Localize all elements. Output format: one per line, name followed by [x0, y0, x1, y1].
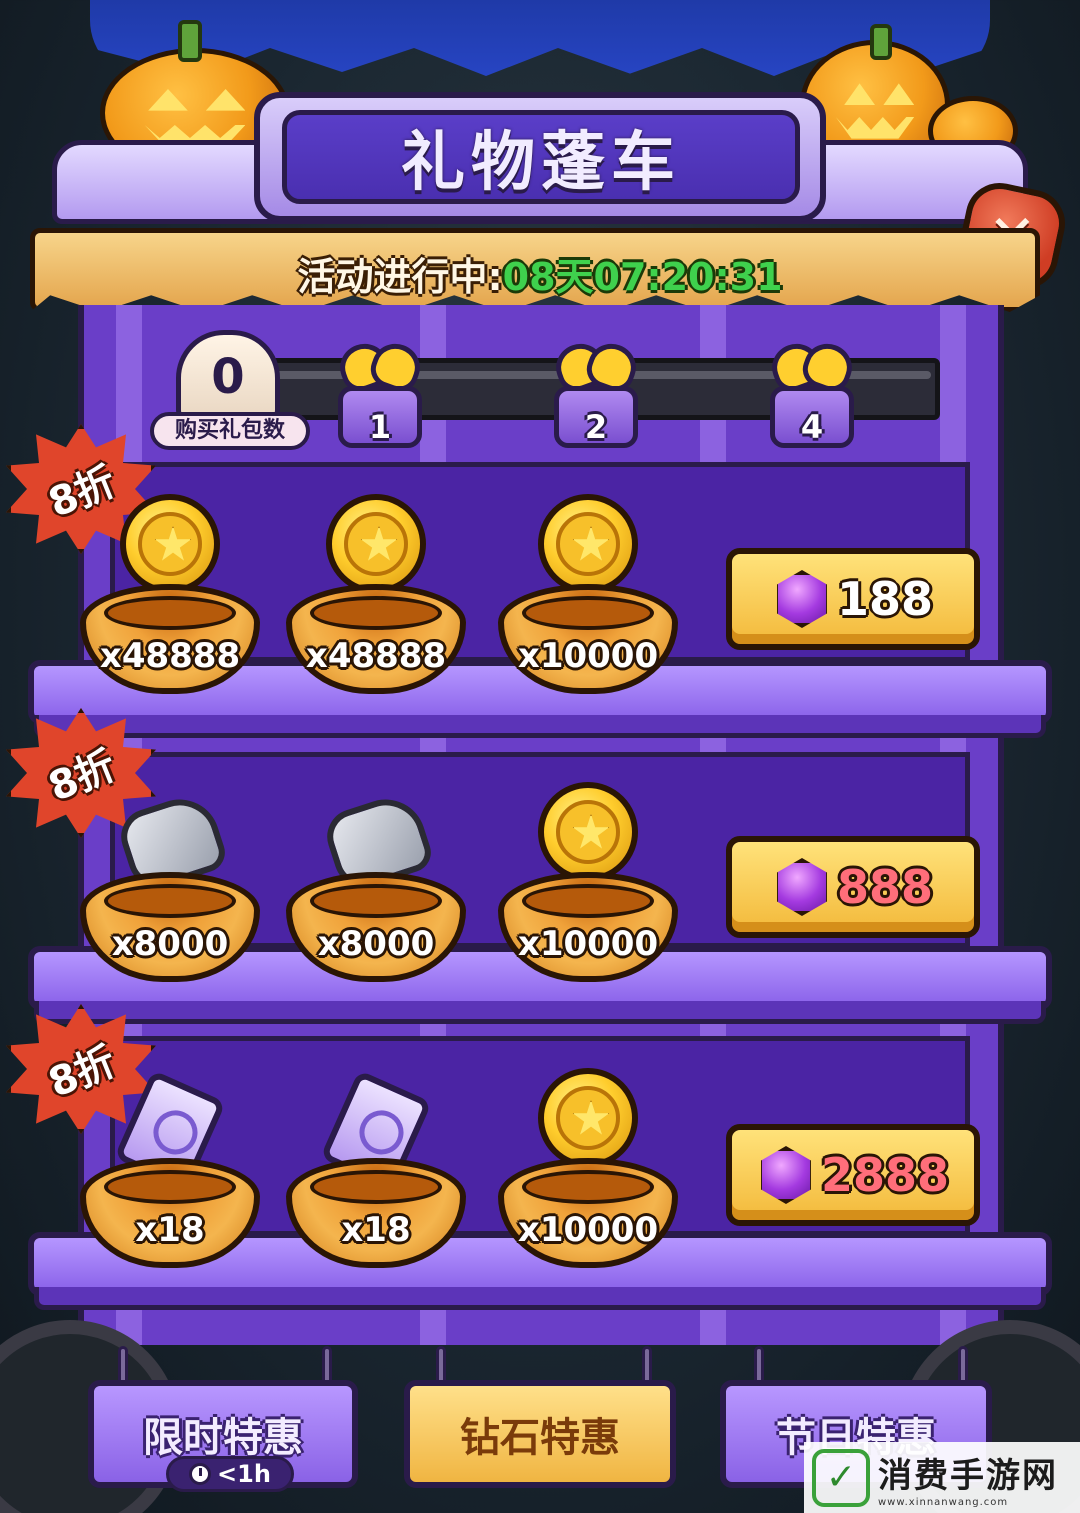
item-quantity: x10000 [517, 924, 659, 964]
reward-item: x48888 [286, 494, 466, 694]
reward-item: x18 [80, 1068, 260, 1268]
milestone-number: 4 [800, 408, 824, 446]
pumpkin-left-stem [178, 20, 202, 62]
watermark-logo-icon: ✓ [812, 1448, 870, 1507]
diamond-icon [761, 1146, 811, 1204]
reward-item: x48888 [80, 494, 260, 694]
coin-icon [326, 494, 426, 594]
item-quantity: x10000 [517, 1210, 659, 1250]
buy-button[interactable]: 888 [726, 836, 980, 938]
milestone-gift-2[interactable]: 2 [548, 338, 644, 448]
tab-diamond-offer[interactable]: 钻石特惠 [404, 1380, 676, 1488]
title-plate: 礼物蓬车 [282, 110, 800, 204]
milestone-gift-1[interactable]: 1 [332, 338, 428, 448]
gift-bow-icon [340, 338, 420, 388]
reward-item: x10000 [498, 494, 678, 694]
reward-item: x8000 [80, 782, 260, 982]
item-quantity: x18 [341, 1210, 411, 1250]
milestone-gift-3[interactable]: 4 [764, 338, 860, 448]
limited-offer-timer-text: <1h [217, 1460, 271, 1488]
milestone-number: 2 [584, 408, 608, 446]
buy-button[interactable]: 2888 [726, 1124, 980, 1226]
item-quantity: x18 [135, 1210, 205, 1250]
reward-item: x18 [286, 1068, 466, 1268]
tab-label: 钻石特惠 [460, 1415, 620, 1461]
item-quantity: x48888 [99, 636, 241, 676]
price-value: 2888 [820, 1148, 950, 1202]
watermark: ✓ 消费手游网 www.xinnanwang.com [804, 1442, 1080, 1513]
price-value: 888 [836, 860, 934, 914]
page-title: 礼物蓬车 [401, 126, 681, 200]
coin-icon [538, 782, 638, 882]
diamond-icon [777, 858, 827, 916]
diamond-icon [777, 570, 827, 628]
coin-icon [120, 494, 220, 594]
clock-icon [189, 1463, 212, 1485]
coin-icon [538, 494, 638, 594]
pumpkin-right-stem [870, 24, 892, 60]
event-timer: 活动进行中:08天07:20:31 [0, 246, 1080, 301]
timer-label: 活动进行中: [297, 255, 503, 299]
limited-offer-timer: <1h [166, 1456, 294, 1492]
purchase-count-label: 购买礼包数 [150, 412, 310, 450]
watermark-url: www.xinnanwang.com [878, 1496, 1009, 1508]
item-quantity: x10000 [517, 636, 659, 676]
gift-bow-icon [556, 338, 636, 388]
reward-item: x10000 [498, 1068, 678, 1268]
item-quantity: x8000 [111, 924, 229, 964]
watermark-name: 消费手游网 [878, 1455, 1058, 1496]
coin-icon [538, 1068, 638, 1168]
milestone-number: 1 [368, 408, 392, 446]
price-value: 188 [836, 572, 934, 626]
item-quantity: x8000 [317, 924, 435, 964]
tab-label: 限时特惠 [143, 1415, 303, 1461]
item-quantity: x48888 [305, 636, 447, 676]
reward-item: x8000 [286, 782, 466, 982]
gift-bow-icon [772, 338, 852, 388]
timer-value: 08天07:20:31 [502, 255, 783, 299]
reward-item: x10000 [498, 782, 678, 982]
buy-button[interactable]: 188 [726, 548, 980, 650]
